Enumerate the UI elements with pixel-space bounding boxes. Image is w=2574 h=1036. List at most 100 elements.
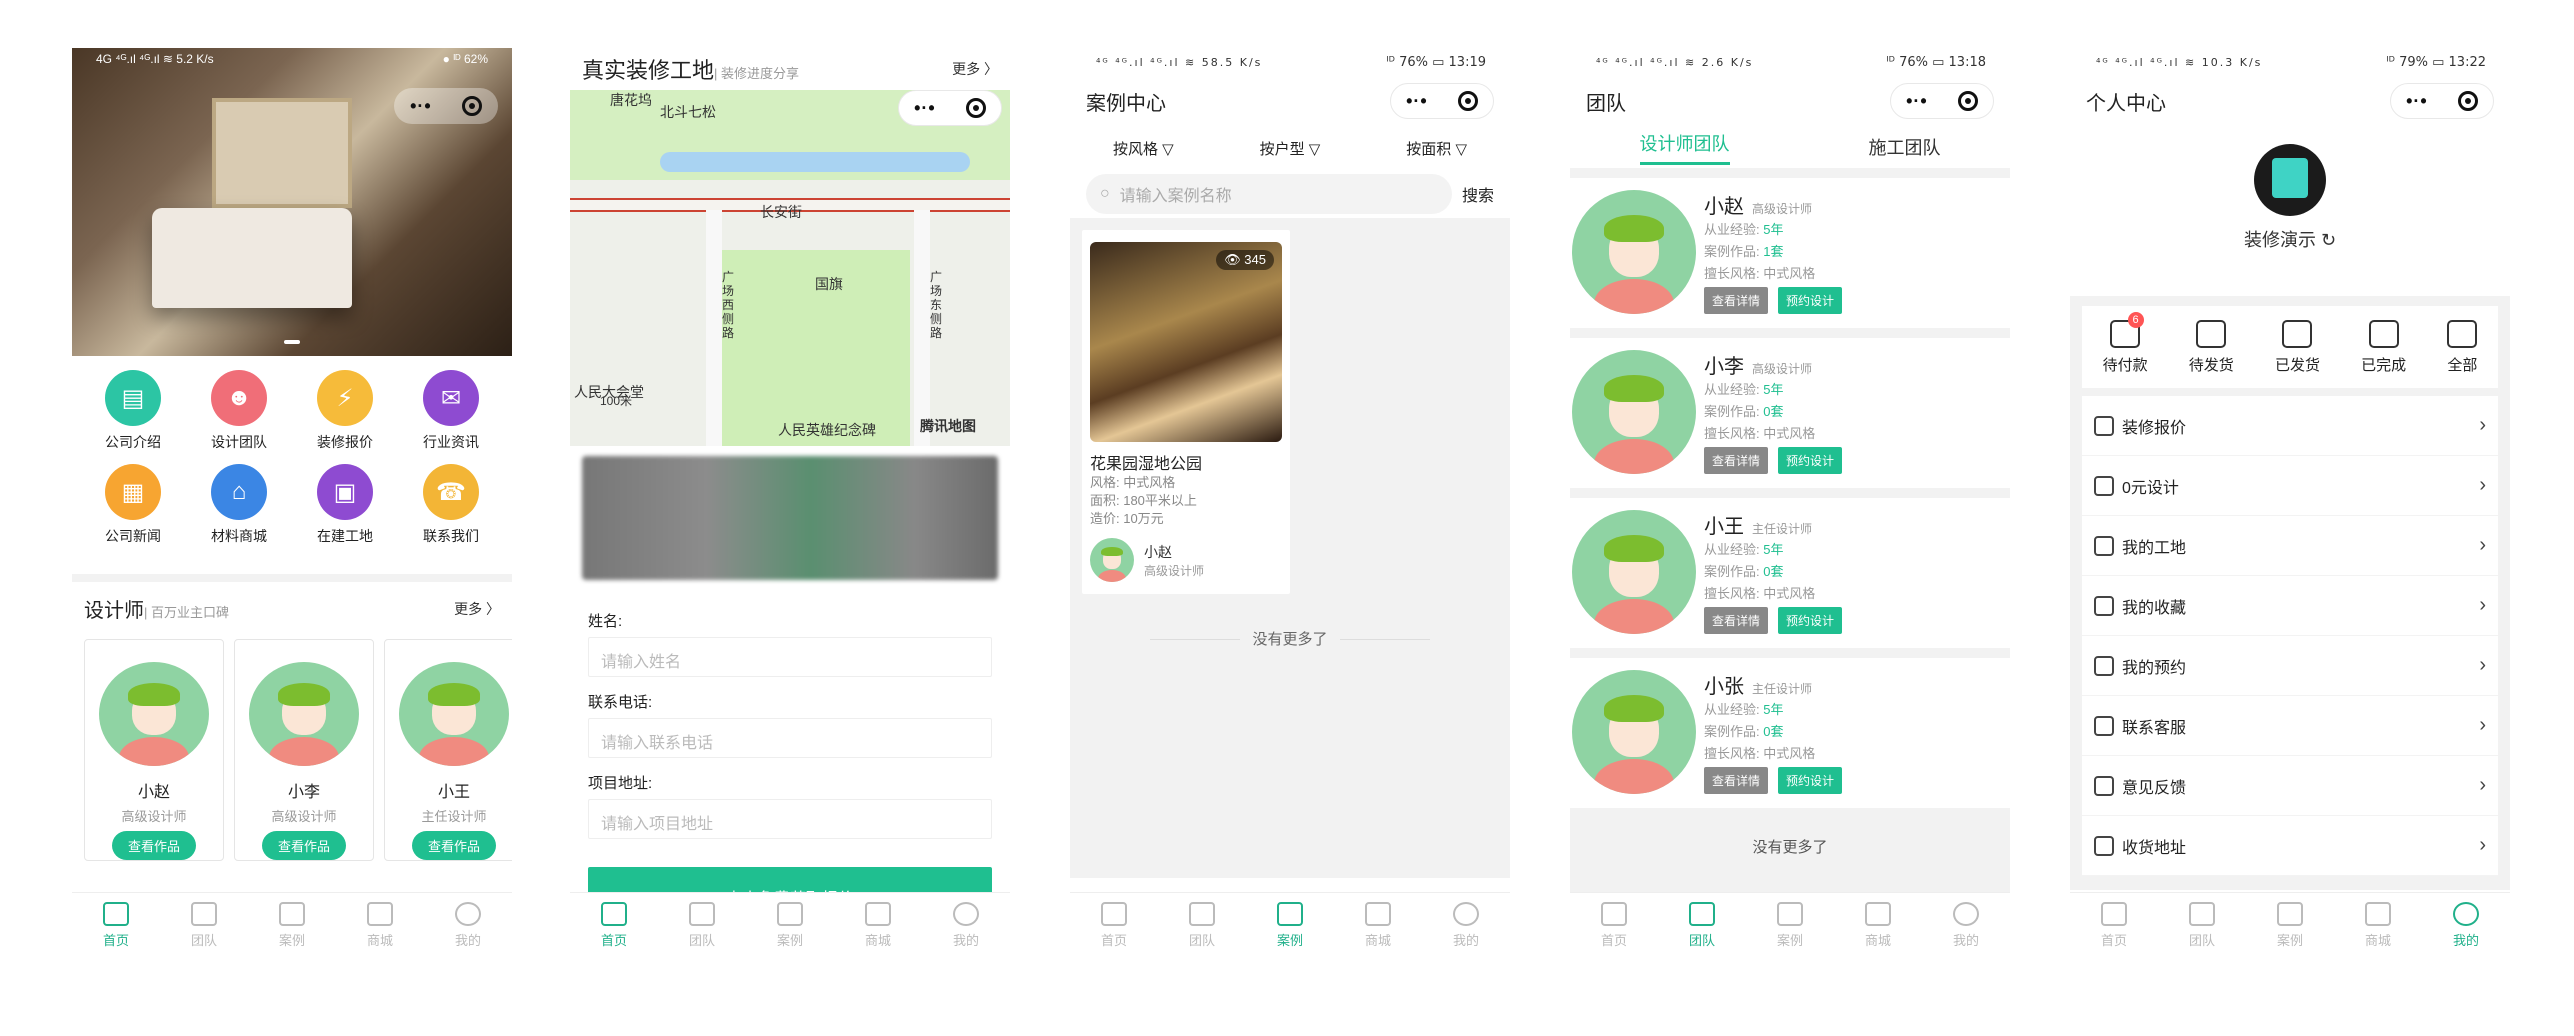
more-link[interactable]: 更多 〉: [952, 59, 998, 79]
team-member-row[interactable]: 小李 高级设计师 从业经验: 5年 案例作品: 0套 擅长风格: 中式风格 查看详情 预约设…: [1570, 338, 2010, 498]
tab-designer-team[interactable]: 设计师团队: [1639, 130, 1730, 165]
designer-card[interactable]: 小王 主任设计师 查看作品: [384, 639, 512, 861]
team-member-row[interactable]: 小赵 高级设计师 从业经验: 5年 案例作品: 1套 擅长风格: 中式风格 查看详情 预约设…: [1570, 178, 2010, 338]
tab-user[interactable]: 我的: [1422, 893, 1510, 958]
tab-shop[interactable]: 商城: [834, 893, 922, 958]
view-works-button[interactable]: 查看作品: [261, 831, 346, 860]
designer-card[interactable]: 小赵 高级设计师 查看作品: [84, 639, 224, 861]
feature-item[interactable]: ⌂ 材料商城: [186, 464, 292, 546]
close-target-icon[interactable]: [1457, 91, 1478, 111]
form-input[interactable]: 请输入联系电话: [588, 718, 992, 758]
profile-name[interactable]: 装修演示 ↻: [2244, 226, 2336, 252]
book-design-button[interactable]: 预约设计: [1778, 607, 1843, 634]
filter-dropdown[interactable]: 按户型 ▽: [1260, 138, 1321, 159]
more-icon[interactable]: •·•: [1906, 91, 1928, 112]
menu-item[interactable]: 我的预约 ›: [2082, 636, 2498, 696]
tab-shop[interactable]: 商城: [1334, 893, 1422, 958]
order-status-item[interactable]: 已完成: [2361, 319, 2406, 375]
more-link[interactable]: 更多 〉: [454, 599, 500, 619]
map-view[interactable]: 唐花坞 北斗七松 长安街 国旗 人民大会堂 100米 人民英雄纪念碑 腾讯地图 …: [570, 90, 1010, 446]
tab-shop[interactable]: 商城: [1834, 893, 1922, 958]
tab-user[interactable]: 我的: [922, 893, 1010, 958]
tab-case[interactable]: 案例: [248, 893, 336, 958]
close-target-icon[interactable]: [461, 96, 482, 116]
banner-image[interactable]: 4G ⁴ᴳ.ıl ⁴ᴳ.ıl ≋ 5.2 K/s ● ᴵᴰ 62% •·•: [72, 48, 512, 356]
menu-item[interactable]: 我的工地 ›: [2082, 516, 2498, 576]
book-design-button[interactable]: 预约设计: [1778, 767, 1843, 794]
mini-program-capsule[interactable]: •·•: [2390, 83, 2494, 119]
tab-shop[interactable]: 商城: [336, 893, 424, 958]
tab-home[interactable]: 首页: [1070, 893, 1158, 958]
tab-team[interactable]: 团队: [658, 893, 746, 958]
filter-dropdown[interactable]: 按风格 ▽: [1113, 138, 1174, 159]
more-icon[interactable]: •·•: [1406, 91, 1428, 112]
tab-construction-team[interactable]: 施工团队: [1869, 134, 1941, 160]
team-member-row[interactable]: 小王 主任设计师 从业经验: 5年 案例作品: 0套 擅长风格: 中式风格 查看详情 预约设…: [1570, 498, 2010, 658]
tab-user[interactable]: 我的: [1922, 893, 2010, 958]
member-info: 小王 主任设计师 从业经验: 5年 案例作品: 0套 擅长风格: 中式风格 查看详情 预约设…: [1704, 510, 1843, 636]
profile-screen: ⁴ᴳ ⁴ᴳ.ıl ⁴ᴳ.ıl ≋ 10.3 K/s ᴵᴰ 79% ▭ 13:22…: [2070, 48, 2510, 958]
view-detail-button[interactable]: 查看详情: [1704, 767, 1769, 794]
tab-team[interactable]: 团队: [160, 893, 248, 958]
tab-case[interactable]: 案例: [746, 893, 834, 958]
feature-item[interactable]: ⚡ 装修报价: [292, 370, 398, 452]
tab-team[interactable]: 团队: [1158, 893, 1246, 958]
mini-program-capsule[interactable]: •·•: [1390, 83, 1494, 119]
search-button[interactable]: 搜索: [1462, 182, 1494, 206]
tab-case[interactable]: 案例: [1246, 893, 1334, 958]
view-works-button[interactable]: 查看作品: [411, 831, 496, 860]
tab-case[interactable]: 案例: [2246, 893, 2334, 958]
book-design-button[interactable]: 预约设计: [1778, 287, 1843, 314]
view-works-button[interactable]: 查看作品: [111, 831, 196, 860]
view-detail-button[interactable]: 查看详情: [1704, 447, 1769, 474]
tab-user[interactable]: 我的: [424, 893, 512, 958]
team-member-row[interactable]: 小张 主任设计师 从业经验: 5年 案例作品: 0套 擅长风格: 中式风格 查看详情 预约设…: [1570, 658, 2010, 818]
mini-program-capsule[interactable]: •·•: [1890, 83, 1994, 119]
mini-program-capsule[interactable]: •·•: [394, 88, 498, 124]
more-icon[interactable]: •·•: [914, 98, 936, 119]
tab-home[interactable]: 首页: [72, 893, 160, 958]
tab-home[interactable]: 首页: [2070, 893, 2158, 958]
menu-item[interactable]: 联系客服 ›: [2082, 696, 2498, 756]
close-target-icon[interactable]: [1957, 91, 1978, 111]
member-info: 小张 主任设计师 从业经验: 5年 案例作品: 0套 擅长风格: 中式风格 查看详情 预约设…: [1704, 670, 1843, 796]
menu-item[interactable]: 装修报价 ›: [2082, 396, 2498, 456]
feature-item[interactable]: ☻ 设计团队: [186, 370, 292, 452]
status-right: ● ᴵᴰ 62%: [442, 52, 488, 66]
close-target-icon[interactable]: [2457, 91, 2478, 111]
tab-home[interactable]: 首页: [1570, 893, 1658, 958]
tab-team[interactable]: 团队: [1658, 893, 1746, 958]
feature-item[interactable]: ▤ 公司介绍: [80, 370, 186, 452]
search-input[interactable]: ○ 请输入案例名称: [1086, 174, 1452, 214]
tab-team[interactable]: 团队: [2158, 893, 2246, 958]
filter-dropdown[interactable]: 按面积 ▽: [1406, 138, 1467, 159]
tab-case[interactable]: 案例: [1746, 893, 1834, 958]
view-detail-button[interactable]: 查看详情: [1704, 607, 1769, 634]
form-input[interactable]: 请输入姓名: [588, 637, 992, 677]
tab-home[interactable]: 首页: [570, 893, 658, 958]
feature-item[interactable]: ☎ 联系我们: [398, 464, 504, 546]
order-status-item[interactable]: 待发货: [2189, 319, 2234, 375]
menu-item[interactable]: 0元设计 ›: [2082, 456, 2498, 516]
case-card[interactable]: 👁 345 花果园湿地公园 风格: 中式风格 面积: 180平米以上 造价: 1…: [1082, 230, 1290, 594]
view-detail-button[interactable]: 查看详情: [1704, 287, 1769, 314]
user-icon: [953, 902, 979, 926]
form-input[interactable]: 请输入项目地址: [588, 799, 992, 839]
order-status-item[interactable]: 全部: [2447, 319, 2477, 375]
order-status-item[interactable]: 6 待付款: [2103, 311, 2148, 375]
menu-item[interactable]: 我的收藏 ›: [2082, 576, 2498, 636]
tab-user[interactable]: 我的: [2422, 893, 2510, 958]
feature-item[interactable]: ✉ 行业资讯: [398, 370, 504, 452]
feature-item[interactable]: ▦ 公司新闻: [80, 464, 186, 546]
close-target-icon[interactable]: [965, 98, 986, 118]
more-icon[interactable]: •·•: [2406, 91, 2428, 112]
tab-shop[interactable]: 商城: [2334, 893, 2422, 958]
book-design-button[interactable]: 预约设计: [1778, 447, 1843, 474]
feature-item[interactable]: ▣ 在建工地: [292, 464, 398, 546]
more-icon[interactable]: •·•: [410, 96, 432, 117]
designer-card[interactable]: 小李 高级设计师 查看作品: [234, 639, 374, 861]
order-status-item[interactable]: 已发货: [2275, 319, 2320, 375]
menu-item[interactable]: 收货地址 ›: [2082, 816, 2498, 876]
menu-item[interactable]: 意见反馈 ›: [2082, 756, 2498, 816]
mini-program-capsule[interactable]: •·•: [898, 90, 1002, 126]
